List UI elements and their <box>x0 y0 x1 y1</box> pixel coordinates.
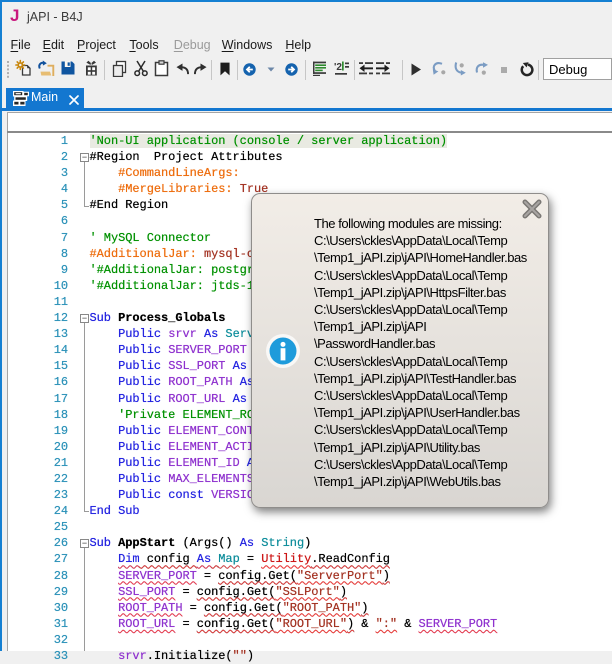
svg-text:'2: '2 <box>334 62 342 73</box>
